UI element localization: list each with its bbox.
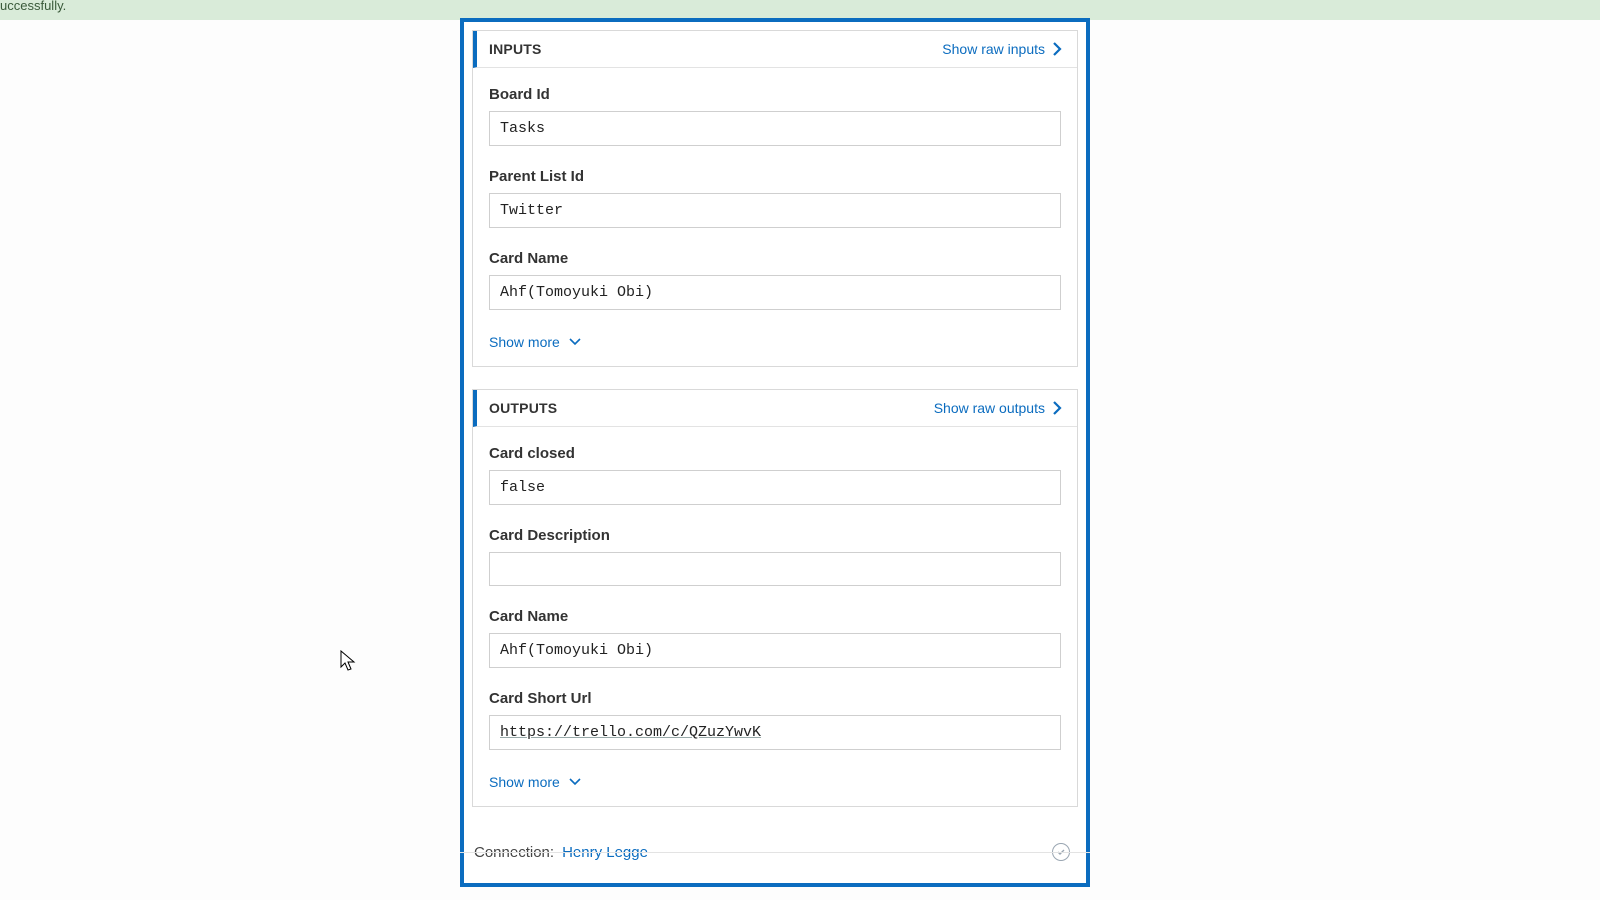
- success-banner-text: uccessfully.: [0, 0, 66, 13]
- chevron-down-icon: [568, 337, 582, 347]
- field-parent-list-id: Parent List Id Twitter: [489, 168, 1061, 228]
- field-value[interactable]: Twitter: [489, 193, 1061, 228]
- inputs-title: INPUTS: [489, 41, 542, 57]
- show-more-label: Show more: [489, 774, 560, 790]
- field-value[interactable]: Ahf(Tomoyuki Obi): [489, 633, 1061, 668]
- outputs-header: OUTPUTS Show raw outputs: [473, 390, 1077, 427]
- inputs-section: INPUTS Show raw inputs Board Id Tasks Pa…: [472, 30, 1078, 367]
- field-value[interactable]: Tasks: [489, 111, 1061, 146]
- divider: [460, 852, 1090, 853]
- chevron-right-icon: [1051, 400, 1063, 416]
- show-raw-inputs-label: Show raw inputs: [942, 41, 1045, 57]
- outputs-title: OUTPUTS: [489, 400, 557, 416]
- inputs-show-more[interactable]: Show more: [489, 334, 582, 350]
- field-card-description: Card Description: [489, 527, 1061, 586]
- show-raw-inputs-link[interactable]: Show raw inputs: [942, 41, 1063, 57]
- connection-row: Connection: Henry Legge: [464, 829, 1086, 883]
- field-card-name: Card Name Ahf(Tomoyuki Obi): [489, 250, 1061, 310]
- flow-step-card: INPUTS Show raw inputs Board Id Tasks Pa…: [460, 18, 1090, 887]
- chevron-right-icon: [1051, 41, 1063, 57]
- field-value[interactable]: Ahf(Tomoyuki Obi): [489, 275, 1061, 310]
- success-banner: uccessfully.: [0, 0, 1600, 20]
- inputs-body: Board Id Tasks Parent List Id Twitter Ca…: [473, 68, 1077, 366]
- field-card-name-out: Card Name Ahf(Tomoyuki Obi): [489, 608, 1061, 668]
- show-raw-outputs-link[interactable]: Show raw outputs: [934, 400, 1063, 416]
- field-label: Card Name: [489, 250, 1061, 267]
- outputs-section: OUTPUTS Show raw outputs Card closed fal…: [472, 389, 1078, 807]
- field-label: Card Name: [489, 608, 1061, 625]
- mouse-cursor-icon: [340, 650, 356, 672]
- field-card-closed: Card closed false: [489, 445, 1061, 505]
- field-label: Card closed: [489, 445, 1061, 462]
- outputs-body: Card closed false Card Description Card …: [473, 427, 1077, 806]
- field-value[interactable]: false: [489, 470, 1061, 505]
- field-card-short-url: Card Short Url https://trello.com/c/QZuz…: [489, 690, 1061, 750]
- field-board-id: Board Id Tasks: [489, 86, 1061, 146]
- inputs-header: INPUTS Show raw inputs: [473, 31, 1077, 68]
- field-label: Card Description: [489, 527, 1061, 544]
- field-label: Card Short Url: [489, 690, 1061, 707]
- chevron-down-icon: [568, 777, 582, 787]
- outputs-show-more[interactable]: Show more: [489, 774, 582, 790]
- field-value[interactable]: https://trello.com/c/QZuzYwvK: [489, 715, 1061, 750]
- field-value[interactable]: [489, 552, 1061, 586]
- show-raw-outputs-label: Show raw outputs: [934, 400, 1045, 416]
- field-label: Board Id: [489, 86, 1061, 103]
- show-more-label: Show more: [489, 334, 560, 350]
- field-label: Parent List Id: [489, 168, 1061, 185]
